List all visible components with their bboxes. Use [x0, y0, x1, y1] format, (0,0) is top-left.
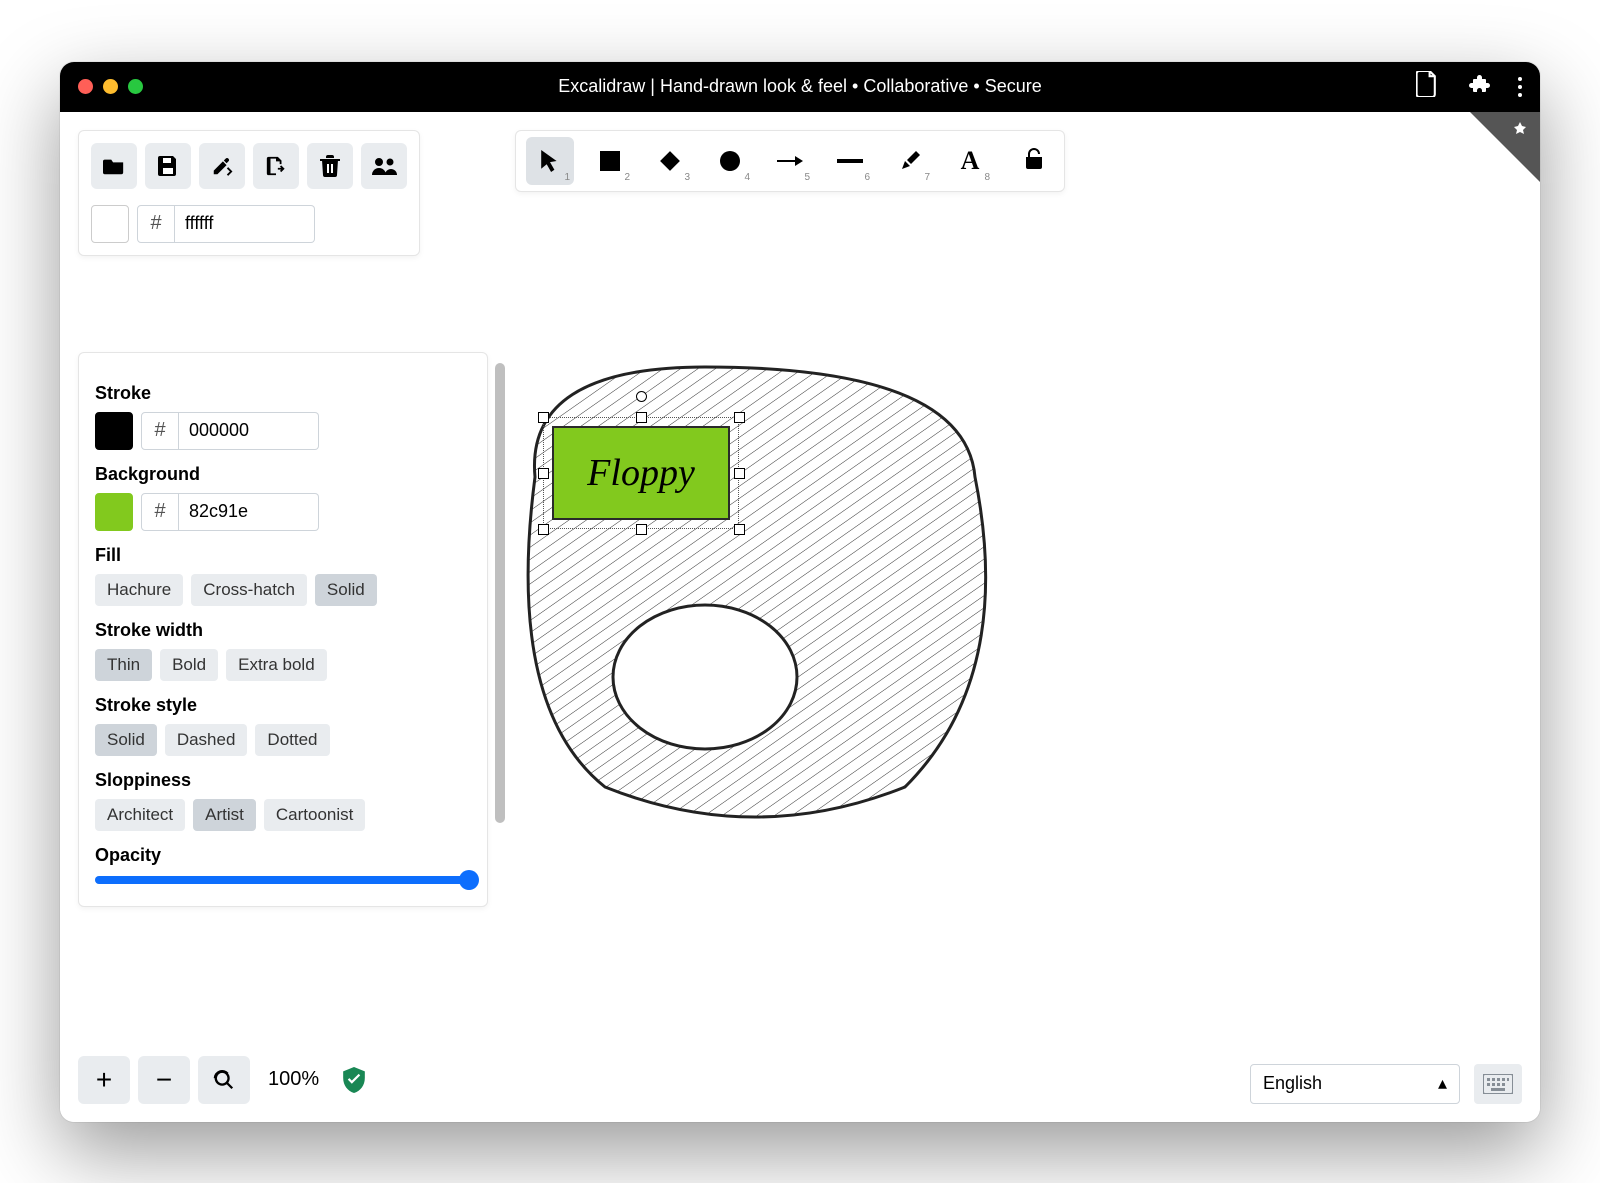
shape-toolbar: 1 2 3 4 5 6 7 A8	[515, 130, 1065, 192]
open-button[interactable]	[91, 143, 137, 189]
extension-icon[interactable]	[1466, 72, 1490, 101]
titlebar-actions	[1416, 71, 1522, 102]
canvas-bg-row: #	[91, 205, 407, 243]
zoom-in-button[interactable]: +	[78, 1056, 130, 1104]
hash-label: #	[141, 412, 179, 450]
tool-text[interactable]: A8	[946, 137, 994, 185]
tool-line[interactable]: 6	[826, 137, 874, 185]
rotate-handle[interactable]	[636, 391, 647, 402]
footer-right: English ▴	[1250, 1064, 1522, 1104]
stroke-style-dashed[interactable]: Dashed	[165, 724, 248, 756]
paint-icon	[1508, 120, 1532, 144]
tool-diamond[interactable]: 3	[646, 137, 694, 185]
sloppiness-artist[interactable]: Artist	[193, 799, 256, 831]
titlebar: Excalidraw | Hand-drawn look & feel • Co…	[60, 62, 1540, 112]
lock-button[interactable]	[1014, 141, 1054, 181]
selected-shape[interactable]: Floppy	[552, 426, 730, 520]
background-hex-input[interactable]	[179, 493, 319, 531]
handle-w[interactable]	[538, 468, 549, 479]
stroke-style-dotted[interactable]: Dotted	[255, 724, 329, 756]
language-value: English	[1263, 1073, 1322, 1094]
stroke-width-label: Stroke width	[95, 620, 471, 641]
language-select[interactable]: English ▴	[1250, 1064, 1460, 1104]
fill-label: Fill	[95, 545, 471, 566]
github-corner[interactable]	[1470, 112, 1540, 182]
zoom-controls: + − 100%	[78, 1056, 365, 1104]
edit-export-button[interactable]	[199, 143, 245, 189]
fill-hachure[interactable]: Hachure	[95, 574, 183, 606]
handle-s[interactable]	[636, 524, 647, 535]
hash-label: #	[137, 205, 175, 243]
tool-rectangle[interactable]: 2	[586, 137, 634, 185]
file-icon[interactable]	[1416, 71, 1438, 102]
tool-selection[interactable]: 1	[526, 137, 574, 185]
app-content: # 1 2 3 4 5 6 7 A8 Stroke #	[60, 112, 1540, 1122]
handle-se[interactable]	[734, 524, 745, 535]
opacity-slider[interactable]	[95, 876, 471, 884]
stroke-swatch[interactable]	[95, 412, 133, 450]
tool-ellipse[interactable]: 4	[706, 137, 754, 185]
handle-e[interactable]	[734, 468, 745, 479]
canvas-bg-swatch[interactable]	[91, 205, 129, 243]
panel-scrollbar[interactable]	[495, 363, 505, 823]
shape-text: Floppy	[587, 451, 695, 495]
handle-ne[interactable]	[734, 412, 745, 423]
export-button[interactable]	[253, 143, 299, 189]
fill-solid[interactable]: Solid	[315, 574, 377, 606]
zoom-value: 100%	[268, 1068, 319, 1091]
zoom-out-button[interactable]: −	[138, 1056, 190, 1104]
canvas[interactable]: Floppy	[505, 357, 1035, 852]
handle-n[interactable]	[636, 412, 647, 423]
hash-label: #	[141, 493, 179, 531]
stroke-width-extra-bold[interactable]: Extra bold	[226, 649, 327, 681]
background-swatch[interactable]	[95, 493, 133, 531]
window-title: Excalidraw | Hand-drawn look & feel • Co…	[60, 76, 1540, 97]
stroke-label: Stroke	[95, 383, 471, 404]
save-button[interactable]	[145, 143, 191, 189]
canvas-bg-input[interactable]	[175, 205, 315, 243]
stroke-style-label: Stroke style	[95, 695, 471, 716]
shield-icon	[343, 1067, 365, 1093]
kebab-menu-icon[interactable]	[1518, 77, 1522, 97]
stroke-style-solid[interactable]: Solid	[95, 724, 157, 756]
handle-sw[interactable]	[538, 524, 549, 535]
stroke-width-thin[interactable]: Thin	[95, 649, 152, 681]
stroke-hex-input[interactable]	[179, 412, 319, 450]
tool-draw[interactable]: 7	[886, 137, 934, 185]
file-toolbar: #	[78, 130, 420, 256]
sloppiness-cartoonist[interactable]: Cartoonist	[264, 799, 365, 831]
stroke-width-bold[interactable]: Bold	[160, 649, 218, 681]
properties-panel: Stroke # Background # Fill Hachure Cros	[78, 352, 488, 907]
zoom-reset-button[interactable]	[198, 1056, 250, 1104]
chevron-up-icon: ▴	[1438, 1073, 1447, 1094]
fill-cross-hatch[interactable]: Cross-hatch	[191, 574, 307, 606]
virtual-keyboard-button[interactable]	[1474, 1064, 1522, 1104]
collaborate-button[interactable]	[361, 143, 407, 189]
clear-button[interactable]	[307, 143, 353, 189]
opacity-label: Opacity	[95, 845, 471, 866]
sloppiness-label: Sloppiness	[95, 770, 471, 791]
handle-nw[interactable]	[538, 412, 549, 423]
app-window: Excalidraw | Hand-drawn look & feel • Co…	[60, 62, 1540, 1122]
background-label: Background	[95, 464, 471, 485]
tool-arrow[interactable]: 5	[766, 137, 814, 185]
sloppiness-architect[interactable]: Architect	[95, 799, 185, 831]
